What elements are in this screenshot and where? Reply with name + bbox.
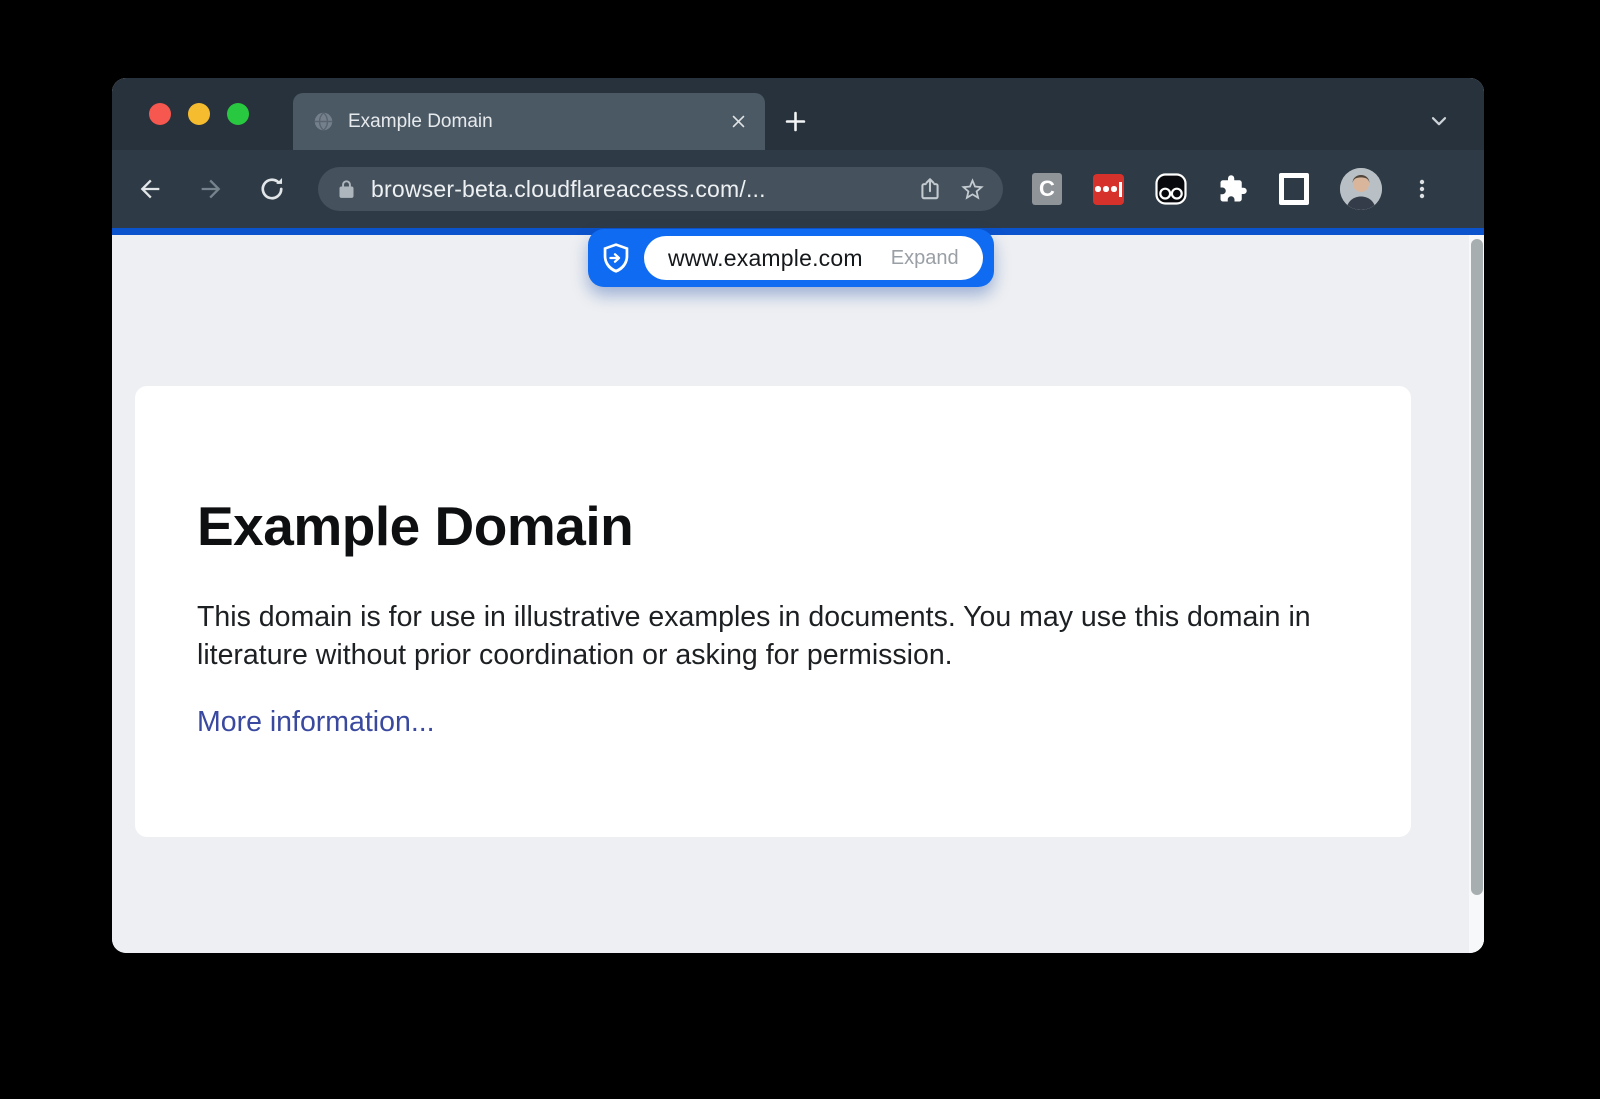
chevron-down-icon xyxy=(1427,109,1451,133)
close-icon xyxy=(730,113,747,130)
kebab-menu-icon xyxy=(1410,177,1434,201)
bookmark-button[interactable] xyxy=(951,168,993,210)
close-tab-button[interactable] xyxy=(723,107,753,137)
scrollbar-track[interactable] xyxy=(1469,235,1484,953)
extensions-area: C xyxy=(1032,168,1382,210)
minimize-window-button[interactable] xyxy=(188,103,210,125)
traffic-lights xyxy=(112,78,249,150)
isolated-domain-pill: www.example.com Expand xyxy=(644,236,983,280)
puzzle-icon[interactable] xyxy=(1218,174,1248,204)
tab-strip: Example Domain xyxy=(112,78,1484,150)
browser-menu-button[interactable] xyxy=(1402,167,1442,211)
profile-avatar[interactable] xyxy=(1340,168,1382,210)
star-icon xyxy=(959,176,986,203)
more-information-link[interactable]: More information... xyxy=(197,706,435,739)
isolation-banner[interactable]: www.example.com Expand xyxy=(588,229,994,287)
page-title: Example Domain xyxy=(197,494,1349,558)
page-body-text: This domain is for use in illustrative e… xyxy=(197,598,1349,674)
share-icon xyxy=(917,176,943,202)
zoom-window-button[interactable] xyxy=(227,103,249,125)
forward-button[interactable] xyxy=(189,167,233,211)
frame-icon[interactable] xyxy=(1279,173,1309,205)
address-bar[interactable]: browser-beta.cloudflareaccess.com/... xyxy=(318,167,1003,211)
content-card: Example Domain This domain is for use in… xyxy=(135,386,1411,837)
browser-tab[interactable]: Example Domain xyxy=(293,93,765,150)
arrow-right-icon xyxy=(197,175,225,203)
close-window-button[interactable] xyxy=(149,103,171,125)
plus-icon xyxy=(782,108,809,135)
c-extension-icon[interactable]: C xyxy=(1032,173,1062,205)
new-tab-button[interactable] xyxy=(773,99,817,143)
reload-icon xyxy=(258,175,286,203)
tab-title: Example Domain xyxy=(348,111,723,133)
avatar-photo xyxy=(1340,168,1382,210)
globe-icon xyxy=(313,111,334,132)
url-text: browser-beta.cloudflareaccess.com/... xyxy=(371,176,909,203)
share-button[interactable] xyxy=(909,168,951,210)
shield-arrow-icon xyxy=(588,242,644,274)
expand-button[interactable]: Expand xyxy=(891,247,959,270)
lastpass-icon[interactable] xyxy=(1093,174,1124,205)
isolated-domain: www.example.com xyxy=(668,245,863,272)
reload-button[interactable] xyxy=(250,167,294,211)
arrow-left-icon xyxy=(136,175,164,203)
scrollbar-thumb[interactable] xyxy=(1471,239,1483,895)
lock-icon xyxy=(336,179,357,200)
back-button[interactable] xyxy=(128,167,172,211)
goggles-icon[interactable] xyxy=(1155,173,1187,205)
browser-window: Example Domain xyxy=(112,78,1484,953)
browser-toolbar: browser-beta.cloudflareaccess.com/... C xyxy=(112,150,1484,228)
tab-search-button[interactable] xyxy=(1417,99,1461,143)
page-content: www.example.com Expand Example Domain Th… xyxy=(112,235,1484,953)
